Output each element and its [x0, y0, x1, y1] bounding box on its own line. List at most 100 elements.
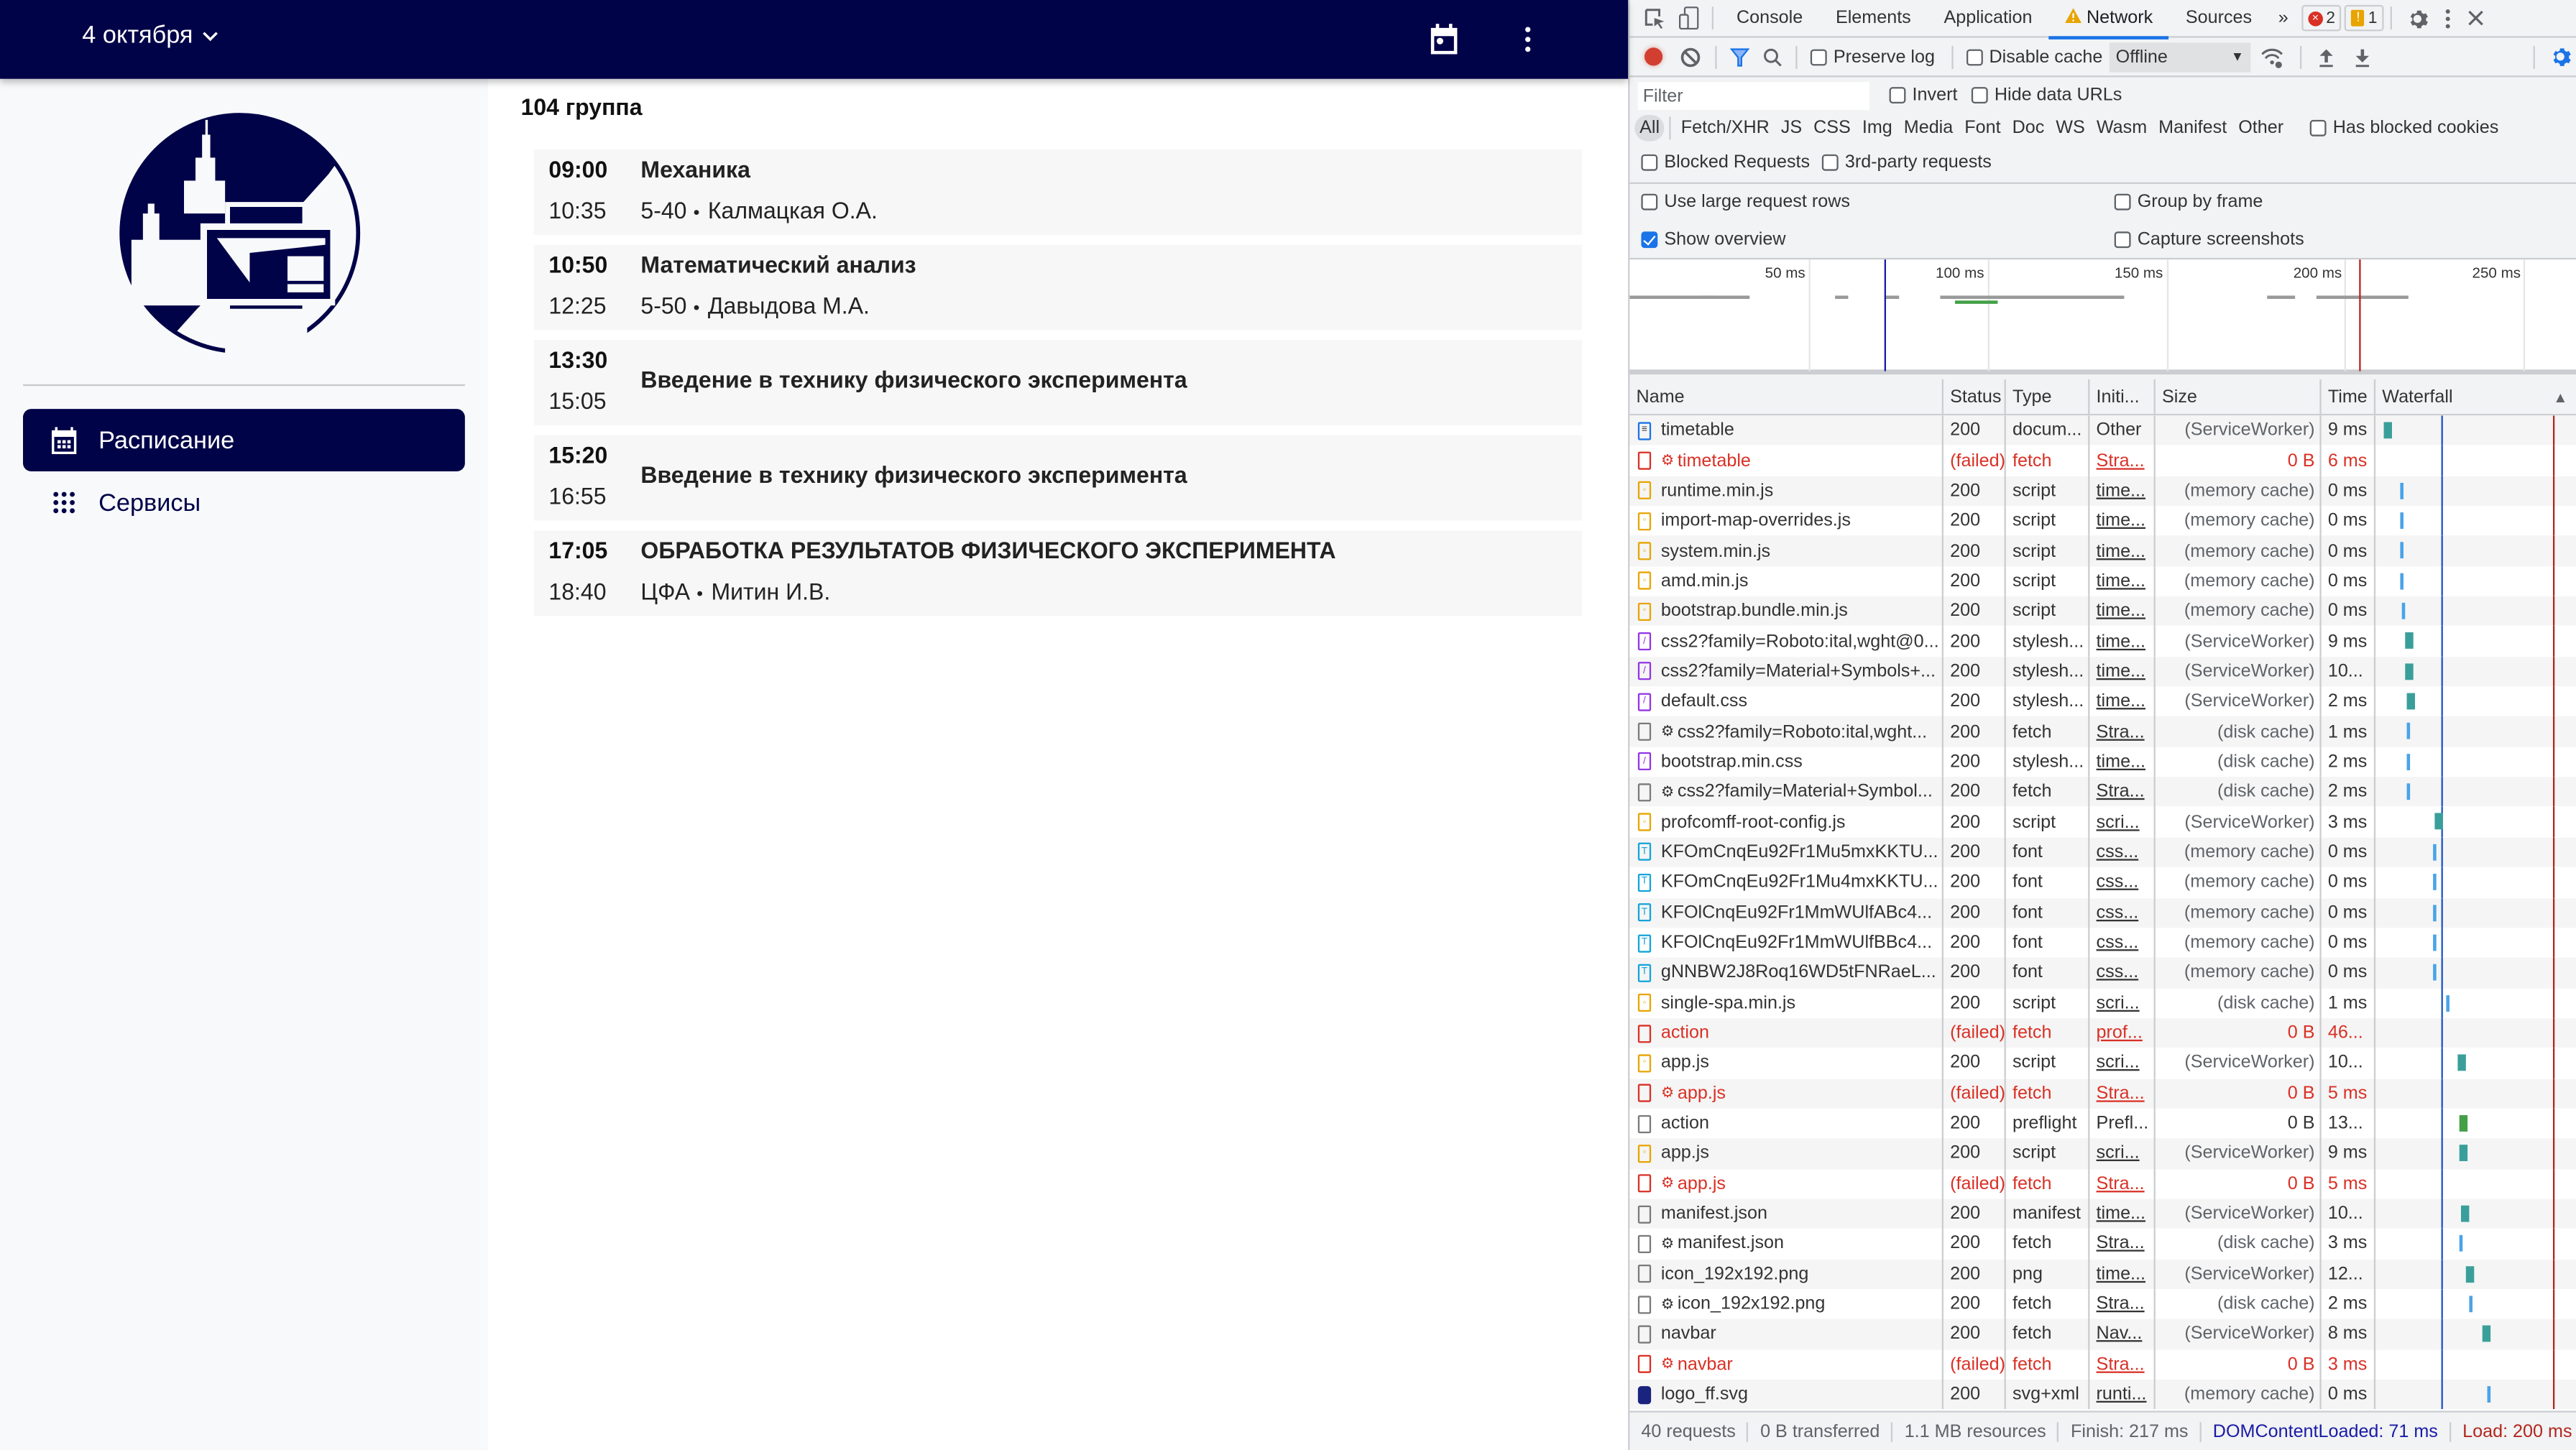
type-filter-js[interactable]: JS: [1776, 115, 1807, 142]
request-row[interactable]: T KFOmCnqEu92Fr1Mu5mxKKTU... 200 font css...…: [1629, 837, 2576, 868]
request-initiator[interactable]: Stra...: [2097, 1084, 2145, 1103]
filter-input[interactable]: [1637, 82, 1870, 111]
checkbox[interactable]: [2114, 193, 2131, 211]
type-filter-manifest[interactable]: Manifest: [2153, 115, 2232, 142]
warnings-badge[interactable]: ! 1: [2345, 4, 2384, 32]
checkbox[interactable]: [2309, 119, 2327, 137]
request-row[interactable]: ⚙ app.js (failed) fetch Stra... 0 B 5 ms: [1629, 1168, 2576, 1199]
request-row[interactable]: ≡ timetable 200 docum... Other (ServiceWorker…: [1629, 415, 2576, 446]
request-row[interactable]: action (failed) fetch prof... 0 B 46...: [1629, 1017, 2576, 1048]
calendar-today-icon[interactable]: [1430, 23, 1459, 56]
type-filter-doc[interactable]: Doc: [2007, 115, 2049, 142]
request-row[interactable]: ◦ system.min.js 200 script time... (memory ca…: [1629, 535, 2576, 566]
tab-application[interactable]: Application: [1928, 0, 2049, 37]
type-filter-all[interactable]: All: [1634, 114, 1665, 142]
request-row[interactable]: ◦ single-spa.min.js 200 script scri... (disk …: [1629, 987, 2576, 1018]
request-row[interactable]: action 200 preflight Prefl... 0 B 13...: [1629, 1108, 2576, 1139]
third-party-checkbox[interactable]: 3rd-party requests: [1821, 153, 1992, 172]
request-initiator[interactable]: time...: [2097, 692, 2145, 711]
has-blocked-cookies-checkbox[interactable]: Has blocked cookies: [2309, 119, 2498, 138]
request-initiator[interactable]: scri...: [2097, 813, 2140, 832]
column-header-size[interactable]: Size: [2156, 379, 2322, 414]
capture-screenshots-checkbox[interactable]: Capture screenshots: [2114, 230, 2304, 249]
lesson-card[interactable]: 13:30 15:05 Введение в технику физического…: [533, 340, 1583, 425]
settings-gear-icon[interactable]: [2398, 7, 2434, 29]
request-initiator[interactable]: css...: [2097, 843, 2139, 862]
date-selector[interactable]: 4 октября: [82, 22, 221, 50]
request-row[interactable]: icon_192x192.png 200 png time... (ServiceWor…: [1629, 1259, 2576, 1290]
record-icon[interactable]: [1633, 47, 1673, 66]
type-filter-other[interactable]: Other: [2233, 115, 2288, 142]
request-initiator[interactable]: prof...: [2097, 1023, 2143, 1043]
request-row[interactable]: ⚙ css2?family=Material+Symbol... 200 fetch S…: [1629, 777, 2576, 808]
request-initiator[interactable]: time...: [2097, 481, 2145, 500]
large-rows-checkbox[interactable]: Use large request rows: [1641, 192, 1850, 212]
request-initiator[interactable]: runti...: [2097, 1385, 2147, 1404]
sort-ascending-icon[interactable]: ▲: [2553, 389, 2567, 405]
request-row[interactable]: ◦ import-map-overrides.js 200 script time...…: [1629, 506, 2576, 536]
checkbox[interactable]: [1641, 193, 1658, 211]
type-filter-media[interactable]: Media: [1899, 115, 1958, 142]
more-tabs-button[interactable]: »: [2268, 0, 2298, 37]
request-initiator[interactable]: Stra...: [2097, 782, 2145, 802]
request-row[interactable]: ⚙ timetable (failed) fetch Stra... 0 B 6 ms: [1629, 445, 2576, 476]
request-initiator[interactable]: Stra...: [2097, 1234, 2145, 1254]
lesson-card[interactable]: 10:50 12:25 Математический анализ 5-50 • Давы…: [533, 244, 1583, 331]
request-row[interactable]: / css2?family=Material+Symbols+... 200 styl…: [1629, 656, 2576, 687]
request-initiator[interactable]: Stra...: [2097, 451, 2145, 470]
tab-elements[interactable]: Elements: [1819, 0, 1928, 37]
request-row[interactable]: TgNNBW2J8Roq16WD5tFNRaeL... 200 font css...…: [1629, 957, 2576, 988]
column-header-waterfall[interactable]: Waterfall ▲: [2375, 379, 2576, 414]
hide-data-urls-checkbox[interactable]: Hide data URLs: [1971, 86, 2122, 105]
request-row[interactable]: manifest.json 200 manifest time... (ServiceW…: [1629, 1199, 2576, 1229]
request-row[interactable]: ⚙ navbar (failed) fetch Stra... 0 B 3 ms: [1629, 1349, 2576, 1380]
request-row[interactable]: ◦ app.js 200 script scri... (ServiceWorker) 9 …: [1629, 1138, 2576, 1169]
request-initiator[interactable]: time...: [2097, 601, 2145, 621]
clear-icon[interactable]: [1673, 47, 1708, 67]
request-initiator[interactable]: css...: [2097, 902, 2139, 922]
column-header-time[interactable]: Time: [2322, 379, 2376, 414]
invert-checkbox[interactable]: Invert: [1889, 86, 1957, 105]
column-header-initi[interactable]: Initi...: [2089, 379, 2156, 414]
filter-funnel-icon[interactable]: [1724, 47, 1757, 66]
checkbox[interactable]: [2114, 231, 2131, 249]
request-initiator[interactable]: time...: [2097, 1265, 2145, 1284]
request-row[interactable]: ⚙ app.js (failed) fetch Stra... 0 B 5 ms: [1629, 1078, 2576, 1109]
checkbox[interactable]: [1966, 48, 1983, 65]
request-row[interactable]: ◦ app.js 200 script scri... (ServiceWorker) 10…: [1629, 1048, 2576, 1079]
inspect-element-icon[interactable]: [1637, 7, 1673, 29]
request-initiator[interactable]: Stra...: [2097, 1174, 2145, 1193]
sidebar-item-services[interactable]: Сервисы: [23, 471, 465, 534]
group-by-frame-checkbox[interactable]: Group by frame: [2114, 192, 2263, 212]
request-row[interactable]: / bootstrap.min.css 200 stylesh... time... (d…: [1629, 747, 2576, 777]
request-initiator[interactable]: time...: [2097, 662, 2145, 681]
request-row[interactable]: / css2?family=Roboto:ital,wght@0... 200 sty…: [1629, 626, 2576, 657]
tab-sources[interactable]: Sources: [2169, 0, 2268, 37]
device-toolbar-icon[interactable]: [1673, 6, 1706, 30]
request-row[interactable]: ⚙ icon_192x192.png 200 fetch Stra... (disk ca…: [1629, 1289, 2576, 1320]
request-row[interactable]: ◦ profcomff-root-config.js 200 script scri..…: [1629, 807, 2576, 838]
network-settings-icon[interactable]: [2542, 46, 2576, 68]
checkbox[interactable]: [1821, 154, 1839, 171]
lesson-card[interactable]: 17:05 18:40 ОБРАБОТКА РЕЗУЛЬТАТОВ ФИЗИЧЕСК…: [533, 530, 1583, 617]
type-filter-font[interactable]: Font: [1959, 115, 2005, 142]
request-row[interactable]: / default.css 200 stylesh... time... (Service…: [1629, 686, 2576, 717]
request-initiator[interactable]: css...: [2097, 872, 2139, 892]
request-initiator[interactable]: css...: [2097, 963, 2139, 982]
request-initiator[interactable]: time...: [2097, 752, 2145, 772]
lesson-card[interactable]: 09:00 10:35 Механика 5-40 • Калмацкая О.А.: [533, 149, 1583, 235]
more-vert-icon[interactable]: [1514, 23, 1541, 56]
request-row[interactable]: T KFOlCnqEu92Fr1MmWUlfBBc4... 200 font css..…: [1629, 928, 2576, 958]
request-initiator[interactable]: time...: [2097, 511, 2145, 530]
tab-console[interactable]: Console: [1720, 0, 1819, 37]
request-initiator[interactable]: time...: [2097, 632, 2145, 651]
checkbox[interactable]: [1641, 154, 1658, 171]
type-filter-fetchxhr[interactable]: Fetch/XHR: [1676, 115, 1775, 142]
type-filter-ws[interactable]: WS: [2051, 115, 2089, 142]
request-row[interactable]: ◦ runtime.min.js 200 script time... (memory c…: [1629, 476, 2576, 507]
request-initiator[interactable]: Stra...: [2097, 1294, 2145, 1313]
checkbox[interactable]: [1971, 87, 1988, 103]
request-row[interactable]: navbar 200 fetch Nav... (ServiceWorker) 8 ms: [1629, 1319, 2576, 1350]
throttling-select[interactable]: Offline ▼: [2109, 42, 2251, 72]
disable-cache-checkbox[interactable]: Disable cache: [1966, 47, 2102, 67]
